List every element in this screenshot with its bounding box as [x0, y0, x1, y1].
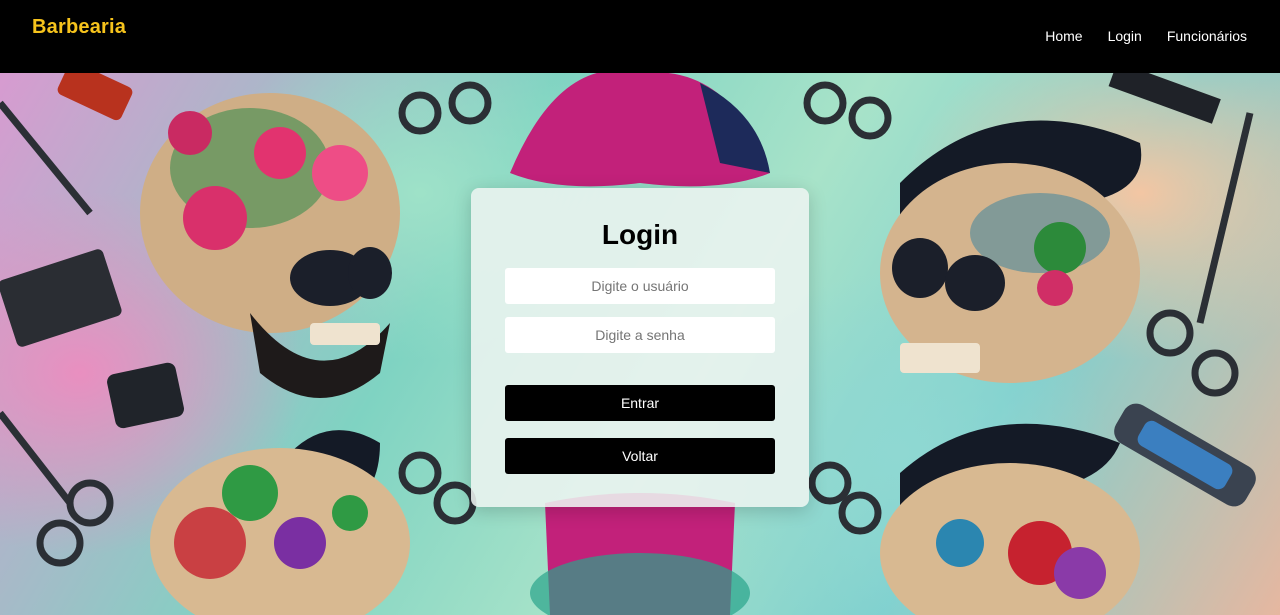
back-button[interactable]: Voltar: [505, 438, 775, 474]
hair-center-bottom: [530, 493, 750, 615]
submit-button[interactable]: Entrar: [505, 385, 775, 421]
skull-right-top: [880, 120, 1142, 383]
brush-decor: [107, 362, 184, 429]
password-input[interactable]: [505, 317, 775, 353]
clipper-decor: [0, 249, 122, 347]
hair-center-top: [510, 73, 770, 187]
login-title: Login: [601, 219, 679, 250]
skull-left-bottom: [150, 430, 410, 615]
navbar: Barbearia Home Login Funcionários: [0, 0, 1280, 73]
skull-left-top: [140, 93, 400, 398]
skull-right-bottom: [880, 423, 1140, 615]
nav-link-home[interactable]: Home: [1045, 28, 1082, 44]
nav-link-login[interactable]: Login: [1108, 28, 1142, 44]
username-input[interactable]: [505, 268, 775, 304]
login-card: Login Entrar Voltar: [471, 188, 809, 507]
comb-decor: [1108, 73, 1221, 124]
nav-link-funcionarios[interactable]: Funcionários: [1167, 28, 1247, 44]
nav-links: Home Login Funcionários: [1020, 28, 1247, 44]
brand-logo[interactable]: Barbearia: [32, 16, 126, 39]
